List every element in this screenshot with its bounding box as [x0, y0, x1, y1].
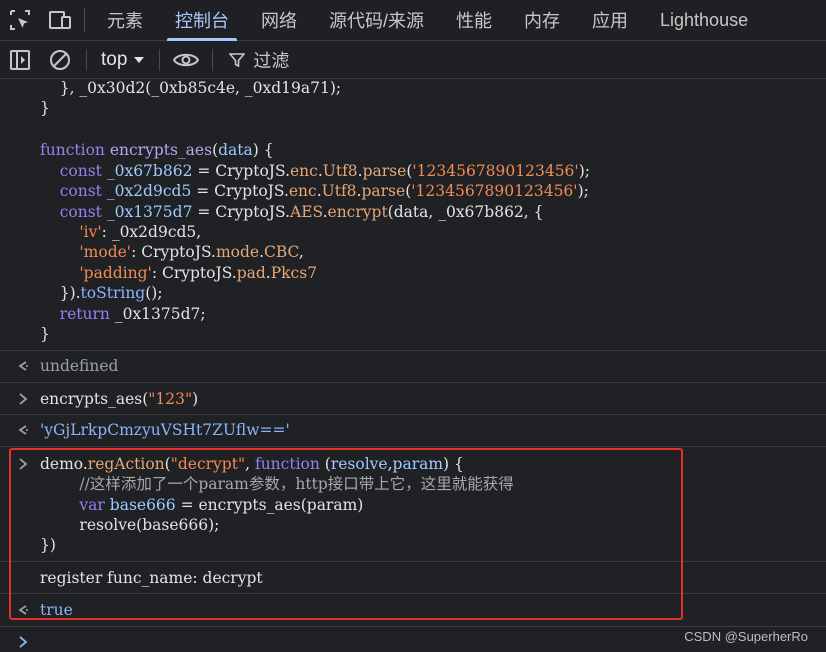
toolbar-divider — [159, 49, 161, 71]
demo-code-line[interactable]: resolve(base666); — [40, 515, 219, 535]
demo-code-line[interactable]: }) — [40, 535, 56, 555]
live-expression-eye-icon[interactable] — [166, 42, 206, 79]
devtools-tabbar: 元素 控制台 网络 源代码/来源 性能 内存 应用 Lighthouse — [0, 0, 826, 41]
tab-sources[interactable]: 源代码/来源 — [313, 0, 440, 41]
tab-network[interactable]: 网络 — [245, 0, 313, 41]
filter-icon — [229, 53, 246, 68]
code-line: 'iv': _0x2d9cd5, — [79, 223, 202, 241]
undefined-result: undefined — [40, 357, 119, 375]
row-divider — [0, 414, 826, 415]
code-line: } — [40, 325, 50, 343]
return-arrow-icon — [14, 600, 32, 620]
code-line: function encrypts_aes(data) { — [40, 141, 274, 159]
code-line: } — [40, 99, 50, 117]
tab-performance[interactable]: 性能 — [440, 0, 508, 41]
console-input-call[interactable]: encrypts_aes("123") — [40, 389, 198, 409]
sidebar-toggle-icon[interactable] — [0, 42, 40, 79]
code-line: const _0x67b862 = CryptoJS.enc.Utf8.pars… — [59, 162, 590, 180]
code-line: 'padding': CryptoJS.pad.Pkcs7 — [79, 264, 318, 282]
row-divider — [0, 593, 826, 594]
tab-elements[interactable]: 元素 — [91, 0, 159, 41]
watermark: CSDN @SuperherRo — [684, 629, 808, 644]
tab-memory[interactable]: 内存 — [508, 0, 576, 41]
true-result: true — [40, 601, 73, 619]
tab-application[interactable]: 应用 — [576, 0, 644, 41]
code-line: const _0x2d9cd5 = CryptoJS.enc.Utf8.pars… — [59, 182, 589, 200]
register-log: register func_name: decrypt — [40, 569, 263, 587]
inspect-element-icon[interactable] — [0, 0, 40, 41]
filter-placeholder: 过滤 — [253, 51, 290, 71]
console-toolbar: top 过滤 — [0, 42, 826, 79]
clear-console-icon[interactable] — [40, 42, 80, 79]
demo-code-line[interactable]: var base666 = encrypts_aes(param) — [40, 495, 363, 515]
device-toolbar-icon[interactable] — [40, 0, 80, 41]
toolbar-divider — [212, 49, 214, 71]
return-arrow-icon — [14, 356, 32, 376]
code-line: return _0x1375d7; — [59, 305, 206, 323]
tab-console[interactable]: 控制台 — [159, 0, 245, 41]
row-divider — [0, 626, 826, 627]
context-selector[interactable]: top — [93, 42, 153, 79]
encrypt-result[interactable]: 'yGjLrkpCmzyuVSHt7ZUflw==' — [40, 420, 290, 440]
code-line: 'mode': CryptoJS.mode.CBC, — [79, 243, 304, 261]
row-divider — [0, 446, 826, 447]
demo-code-line[interactable]: //这样添加了一个param参数，http接口带上它，这里就能获得 — [40, 474, 513, 494]
caret-down-icon — [134, 57, 145, 63]
row-divider — [0, 382, 826, 383]
toolbar-divider — [86, 49, 87, 71]
tabbar-divider — [84, 8, 85, 32]
filter-input[interactable]: 过滤 — [219, 42, 299, 79]
context-label: top — [101, 49, 128, 70]
tab-lighthouse[interactable]: Lighthouse — [644, 0, 764, 41]
return-arrow-icon — [14, 420, 32, 440]
row-divider — [0, 350, 826, 351]
code-line: const _0x1375d7 = CryptoJS.AES.encrypt(d… — [59, 203, 544, 221]
input-chevron-icon — [14, 389, 32, 409]
console-output: }, _0x30d2(_0xb85c4e, _0xd19a71); } func… — [0, 79, 826, 652]
input-chevron-icon — [14, 454, 32, 474]
code-line: }).toString(); — [40, 284, 163, 302]
code-line: }, _0x30d2(_0xb85c4e, _0xd19a71); — [40, 79, 342, 97]
console-prompt-input[interactable] — [40, 632, 640, 652]
prompt-chevron-icon — [14, 632, 32, 652]
demo-code-line[interactable]: demo.regAction("decrypt", function (reso… — [40, 454, 464, 474]
row-divider — [0, 561, 826, 562]
